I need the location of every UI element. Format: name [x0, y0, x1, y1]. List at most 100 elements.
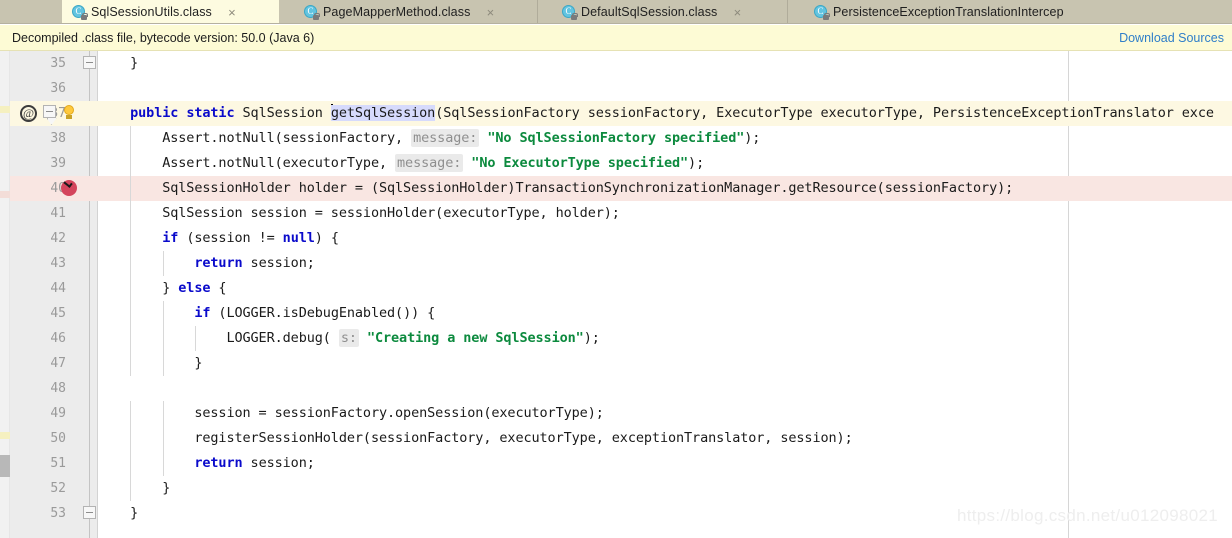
- gutter-cell[interactable]: [56, 451, 97, 476]
- code-token: session;: [243, 255, 315, 271]
- code-token: );: [584, 330, 600, 346]
- editor-tab-label: PersistenceExceptionTranslationIntercep: [833, 5, 1064, 19]
- code-line-row[interactable]: 46 LOGGER.debug( s: "Creating a new SqlS…: [0, 326, 1232, 351]
- code-line-text: }: [98, 476, 170, 501]
- code-line-row[interactable]: 37@ public static SqlSession getSqlSessi…: [0, 101, 1232, 126]
- code-line-text: Assert.notNull(executorType, message: "N…: [98, 151, 704, 176]
- code-token: SqlSessionHolder holder = (SqlSessionHol…: [98, 180, 1013, 196]
- annotation-icon[interactable]: @: [20, 105, 37, 122]
- code-line-row[interactable]: 44 } else {: [0, 276, 1232, 301]
- gutter-cell[interactable]: [56, 51, 97, 76]
- code-line-row[interactable]: 38 Assert.notNull(sessionFactory, messag…: [0, 126, 1232, 151]
- fold-collapse-icon[interactable]: [83, 56, 96, 69]
- code-line-row[interactable]: 51 return session;: [0, 451, 1232, 476]
- code-line-row[interactable]: 36: [0, 76, 1232, 101]
- code-token: session;: [243, 455, 315, 471]
- gutter-cell[interactable]: [56, 176, 97, 201]
- gutter-cell[interactable]: @: [16, 101, 97, 126]
- keyword-token: else: [178, 280, 210, 296]
- code-token: }: [98, 505, 138, 521]
- editor-tab-bar: C SqlSessionUtils.class × C PageMapperMethod…: [0, 0, 1232, 24]
- code-line-row[interactable]: 42 if (session != null) {: [0, 226, 1232, 251]
- string-token: "Creating a new SqlSession": [367, 330, 584, 346]
- parameter-hint: message:: [395, 154, 463, 172]
- gutter-cell[interactable]: [56, 151, 97, 176]
- code-lines[interactable]: 35 }3637@ public static SqlSession getSq…: [0, 51, 1232, 526]
- editor-tab-0[interactable]: CSqlSessionUtils.class×: [62, 0, 280, 24]
- code-token: Assert.notNull(executorType,: [98, 155, 395, 171]
- gutter-cell[interactable]: [56, 276, 97, 301]
- editor-tab-label: SqlSessionUtils.class: [91, 5, 212, 19]
- gutter-cell[interactable]: [56, 76, 97, 101]
- code-line-row[interactable]: 43 return session;: [0, 251, 1232, 276]
- editor-tab-1[interactable]: CPageMapperMethod.class×: [280, 0, 538, 24]
- code-token: (SqlSessionFactory sessionFactory, Execu…: [435, 105, 1214, 121]
- close-icon[interactable]: ×: [226, 6, 238, 19]
- code-line-row[interactable]: 40 SqlSessionHolder holder = (SqlSession…: [0, 176, 1232, 201]
- parameter-hint: message:: [411, 129, 479, 147]
- code-token: }: [98, 55, 138, 71]
- breakpoint-icon[interactable]: [61, 180, 77, 196]
- code-line-text: return session;: [98, 251, 315, 276]
- gutter-cell[interactable]: [56, 226, 97, 251]
- java-class-icon: C: [562, 5, 576, 19]
- code-line-text: } else {: [98, 276, 226, 301]
- keyword-token: return: [194, 255, 242, 271]
- code-line-text: SqlSessionHolder holder = (SqlSessionHol…: [98, 176, 1013, 201]
- fold-collapse-icon[interactable]: [83, 506, 96, 519]
- gutter-cell[interactable]: [56, 126, 97, 151]
- gutter-cell[interactable]: [56, 501, 97, 526]
- close-icon[interactable]: ×: [484, 6, 496, 19]
- decompiled-notice-bar: Decompiled .class file, bytecode version…: [0, 25, 1232, 51]
- code-line-row[interactable]: 48: [0, 376, 1232, 401]
- code-line-row[interactable]: 35 }: [0, 51, 1232, 76]
- code-token: session = sessionFactory.openSession(exe…: [98, 405, 604, 421]
- code-token: (session !=: [178, 230, 282, 246]
- code-token: }: [98, 355, 202, 371]
- watermark: https://blog.csdn.net/u012098021: [957, 506, 1218, 526]
- code-line-row[interactable]: 47 }: [0, 351, 1232, 376]
- gutter-cell[interactable]: [56, 426, 97, 451]
- keyword-token: if: [162, 230, 178, 246]
- code-line-text: return session;: [98, 451, 315, 476]
- gutter-cell[interactable]: [56, 326, 97, 351]
- download-sources-link[interactable]: Download Sources: [1119, 31, 1224, 45]
- code-token: SqlSession session = sessionHolder(execu…: [98, 205, 620, 221]
- code-token: registerSessionHolder(sessionFactory, ex…: [98, 430, 853, 446]
- code-editor-area[interactable]: 35 }3637@ public static SqlSession getSq…: [0, 51, 1232, 538]
- code-line-row[interactable]: 39 Assert.notNull(executorType, message:…: [0, 151, 1232, 176]
- selected-identifier: getSqlSession: [331, 105, 435, 121]
- code-token: [98, 305, 194, 321]
- code-token: Assert.notNull(sessionFactory,: [98, 130, 411, 146]
- code-line-row[interactable]: 50 registerSessionHolder(sessionFactory,…: [0, 426, 1232, 451]
- idea-editor-window: C SqlSessionUtils.class × C PageMapperMethod…: [0, 0, 1232, 538]
- code-line-row[interactable]: 49 session = sessionFactory.openSession(…: [0, 401, 1232, 426]
- gutter-cell[interactable]: [56, 376, 97, 401]
- editor-tab-2[interactable]: CDefaultSqlSession.class×: [538, 0, 788, 24]
- code-token: );: [688, 155, 704, 171]
- tab-bar-left-padding: [0, 0, 62, 23]
- gutter-cell[interactable]: [56, 251, 97, 276]
- code-line-text: LOGGER.debug( s: "Creating a new SqlSess…: [98, 326, 600, 351]
- gutter-cell[interactable]: [56, 476, 97, 501]
- code-line-row[interactable]: 45 if (LOGGER.isDebugEnabled()) {: [0, 301, 1232, 326]
- editor-tab-3[interactable]: CPersistenceExceptionTranslationIntercep: [788, 0, 1048, 24]
- code-line-text: SqlSession session = sessionHolder(execu…: [98, 201, 620, 226]
- code-line-row[interactable]: 41 SqlSession session = sessionHolder(ex…: [0, 201, 1232, 226]
- close-icon[interactable]: ×: [731, 6, 743, 19]
- code-line-row[interactable]: 52 }: [0, 476, 1232, 501]
- java-class-icon: C: [814, 5, 828, 19]
- code-line-text: }: [98, 351, 202, 376]
- gutter-cell[interactable]: [56, 401, 97, 426]
- gutter-cell[interactable]: [56, 301, 97, 326]
- gutter-cell[interactable]: [56, 351, 97, 376]
- lightbulb-icon[interactable]: [62, 105, 76, 121]
- gutter-cell[interactable]: [56, 201, 97, 226]
- code-token: [98, 105, 130, 121]
- code-line-text: registerSessionHolder(sessionFactory, ex…: [98, 426, 853, 451]
- editor-tab-label: PageMapperMethod.class: [323, 5, 470, 19]
- code-line-text: }: [98, 501, 138, 526]
- code-token: [98, 455, 194, 471]
- fold-region-icon[interactable]: [43, 105, 56, 118]
- string-token: "No ExecutorType specified": [471, 155, 688, 171]
